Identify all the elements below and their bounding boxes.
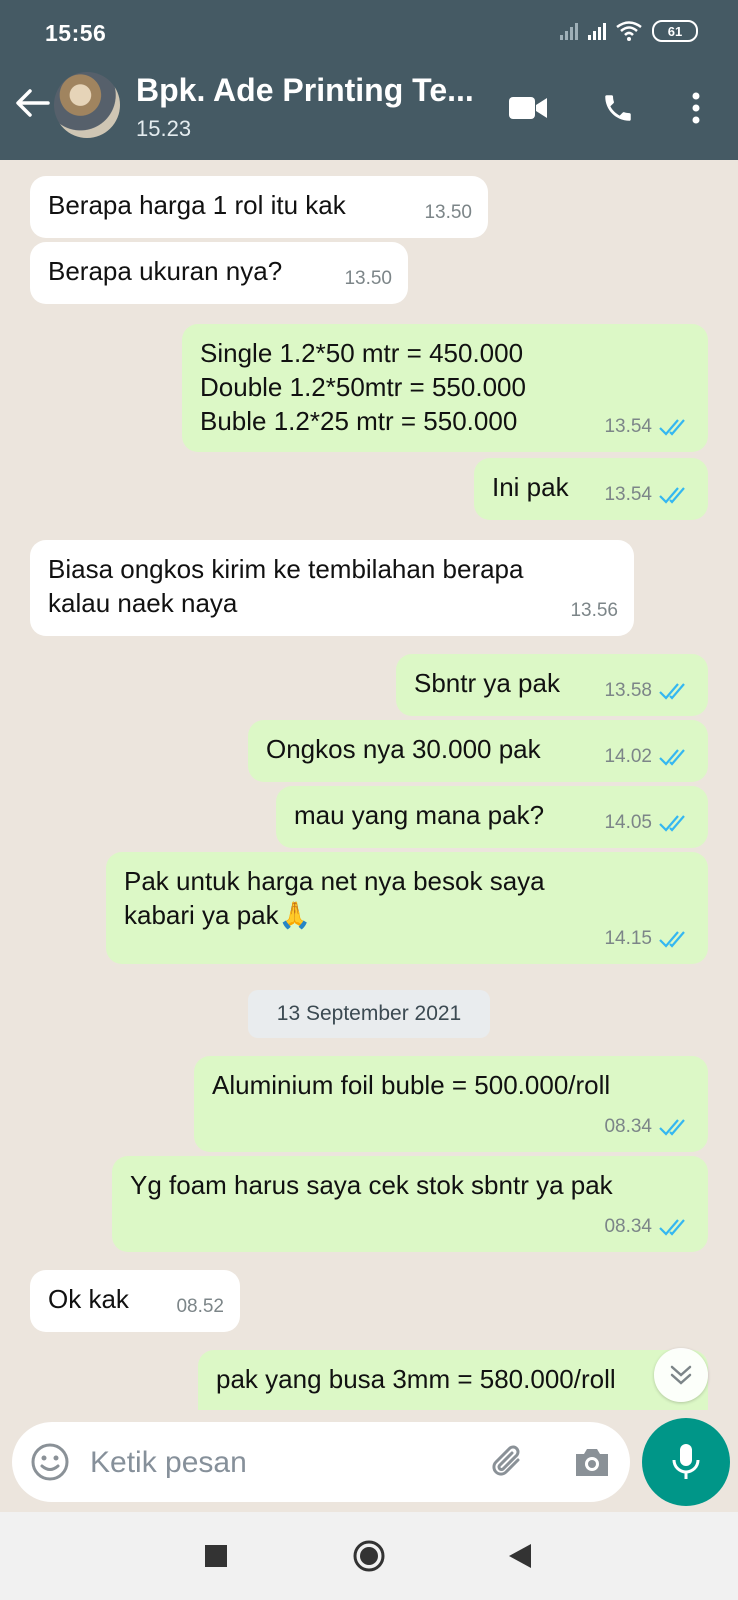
more-vert-icon — [692, 92, 700, 124]
battery-indicator: 61 — [652, 20, 698, 42]
scroll-to-bottom-button[interactable] — [654, 1348, 708, 1402]
double-check-icon — [659, 1219, 685, 1236]
triangle-icon — [509, 1544, 531, 1568]
message-time: 08.52 — [176, 1296, 224, 1317]
message-meta: 14.15 — [604, 922, 692, 956]
message-out[interactable]: Pak untuk harga net nya besok saya kabar… — [106, 852, 708, 964]
message-in[interactable]: Berapa ukuran nya? 13.50 — [30, 242, 408, 304]
message-text: Berapa ukuran nya? — [48, 256, 283, 286]
double-check-icon — [659, 1119, 685, 1136]
message-in[interactable]: Berapa harga 1 rol itu kak 13.50 — [30, 176, 488, 238]
message-text: pak yang busa 3mm = 580.000/roll — [216, 1364, 616, 1394]
message-out[interactable]: Ini pak 13.54 — [474, 458, 708, 520]
message-time: 13.50 — [424, 202, 472, 223]
message-meta: 08.34 — [604, 1210, 692, 1244]
message-input-bar: Ketik pesan — [12, 1422, 630, 1502]
double-check-icon — [659, 419, 685, 436]
message-time: 14.05 — [604, 812, 652, 833]
back-button[interactable] — [14, 88, 50, 123]
signal-icon-2 — [588, 22, 606, 40]
message-out[interactable]: Ongkos nya 30.000 pak 14.02 — [248, 720, 708, 782]
message-time: 13.56 — [570, 600, 618, 621]
system-nav-bar — [0, 1512, 738, 1600]
date-divider: 13 September 2021 — [248, 990, 490, 1038]
video-call-icon — [509, 97, 547, 119]
message-time: 13.54 — [604, 416, 652, 437]
message-time: 08.34 — [604, 1116, 652, 1137]
attach-button[interactable] — [488, 1442, 528, 1487]
message-text: Yg foam harus saya cek stok sbntr ya pak — [130, 1170, 613, 1200]
message-meta: 13.54 — [604, 478, 692, 512]
camera-button[interactable] — [572, 1444, 612, 1485]
message-out[interactable]: Single 1.2*50 mtr = 450.000 Double 1.2*5… — [182, 324, 708, 452]
double-check-icon — [659, 683, 685, 700]
message-meta: 13.58 — [604, 674, 692, 708]
message-time: 13.54 — [604, 484, 652, 505]
voice-call-button[interactable] — [598, 88, 638, 128]
mic-icon — [672, 1444, 700, 1479]
message-meta: 14.05 — [604, 806, 692, 840]
signal-icon-1 — [560, 22, 578, 40]
chat-header: 15:56 61 Bpk. Ade Printing Te... 15.23 — [0, 0, 738, 160]
wifi-icon — [616, 21, 642, 41]
message-text: Aluminium foil buble = 500.000/roll — [212, 1070, 611, 1100]
message-time: 13.58 — [604, 680, 652, 701]
home-button[interactable] — [347, 1534, 391, 1578]
contact-avatar[interactable] — [54, 72, 120, 138]
message-time: 14.15 — [604, 928, 652, 949]
message-time: 14.02 — [604, 746, 652, 767]
message-out[interactable]: Yg foam harus saya cek stok sbntr ya pak… — [112, 1156, 708, 1252]
recent-apps-button[interactable] — [194, 1534, 238, 1578]
message-meta: 08.34 — [604, 1110, 692, 1144]
video-call-button[interactable] — [508, 88, 548, 128]
status-time: 15:56 — [45, 20, 107, 46]
message-time: 13.50 — [344, 268, 392, 289]
camera-icon — [576, 1449, 608, 1476]
emoji-button[interactable] — [30, 1442, 70, 1487]
chat-area[interactable]: Berapa harga 1 rol itu kak 13.50 Berapa … — [0, 160, 738, 1410]
double-check-icon — [659, 487, 685, 504]
message-text: Biasa ongkos kirim ke tembilahan berapa … — [48, 554, 524, 618]
message-in[interactable]: Biasa ongkos kirim ke tembilahan berapa … — [30, 540, 634, 636]
circle-icon — [353, 1540, 385, 1572]
chevrons-down-icon — [670, 1365, 692, 1385]
more-options-button[interactable] — [676, 88, 716, 128]
message-meta: 13.54 — [604, 410, 692, 444]
double-check-icon — [659, 931, 685, 948]
message-out[interactable]: pak yang busa 3mm = 580.000/roll — [198, 1350, 708, 1410]
message-out[interactable]: Sbntr ya pak 13.58 — [396, 654, 708, 716]
message-out[interactable]: mau yang mana pak? 14.05 — [276, 786, 708, 848]
emoji-icon — [31, 1443, 69, 1481]
message-input[interactable]: Ketik pesan — [90, 1446, 247, 1480]
message-meta: 14.02 — [604, 740, 692, 774]
double-check-icon — [659, 749, 685, 766]
phone-icon — [605, 95, 631, 121]
message-out[interactable]: Aluminium foil buble = 500.000/roll 08.3… — [194, 1056, 708, 1152]
paperclip-icon — [492, 1445, 520, 1476]
voice-message-button[interactable] — [642, 1418, 730, 1506]
message-time: 08.34 — [604, 1216, 652, 1237]
arrow-left-icon — [16, 89, 50, 117]
square-icon — [205, 1545, 227, 1567]
message-in[interactable]: Ok kak 08.52 — [30, 1270, 240, 1332]
contact-last-seen: 15.23 — [136, 116, 192, 141]
double-check-icon — [659, 815, 685, 832]
status-icons: 61 — [560, 20, 698, 42]
system-back-button[interactable] — [498, 1534, 542, 1578]
message-text: Berapa harga 1 rol itu kak — [48, 190, 346, 220]
contact-name[interactable]: Bpk. Ade Printing Te... — [136, 72, 474, 109]
